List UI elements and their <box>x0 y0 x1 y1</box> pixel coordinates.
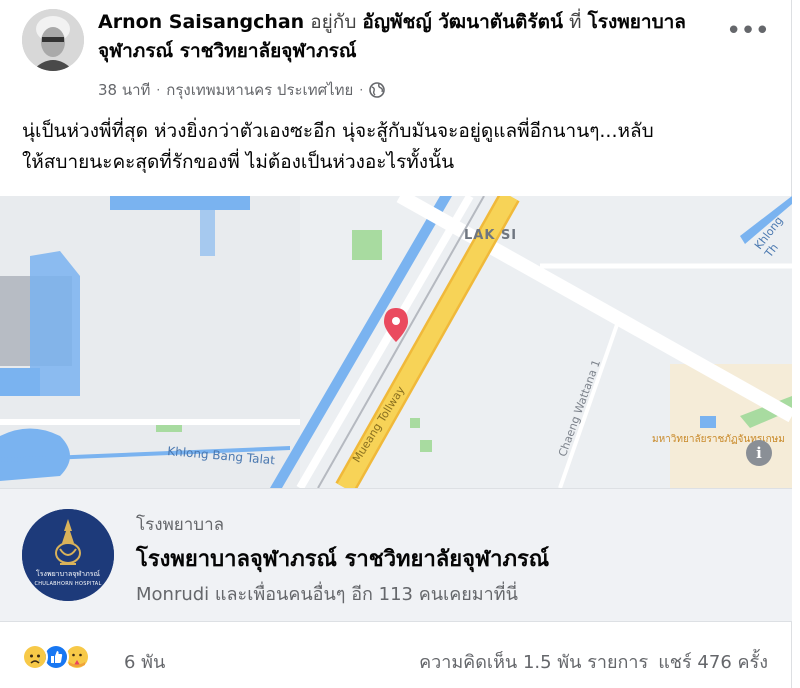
comments-count[interactable]: ความคิดเห็น 1.5 พัน รายการ <box>419 647 648 676</box>
more-options-icon[interactable]: ••• <box>726 18 770 52</box>
post-place[interactable]: กรุงเทพมหานคร ประเทศไทย <box>166 78 353 102</box>
place-card[interactable]: โรงพยาบาลจุฬาภรณ์ CHULABHORN HOSPITAL โร… <box>0 488 792 622</box>
post-meta: 38 นาที · กรุงเทพมหานคร ประเทศไทย · <box>98 78 385 102</box>
sad-icon[interactable] <box>22 644 48 670</box>
post-time[interactable]: 38 นาที <box>98 78 150 102</box>
location-map[interactable]: LAK SI Khlong Bang Talat Mueang Tollway … <box>0 196 792 488</box>
place-category: โรงพยาบาล <box>136 515 225 535</box>
map-info-icon[interactable]: i <box>746 440 772 466</box>
reactions-summary[interactable] <box>22 644 90 670</box>
facebook-post: Arnon Saisangchan อยู่กับ อัญพัชญ์ วัฒนา… <box>0 0 792 688</box>
post-text-line-2: ให้สบายนะคะสุดที่รักของพี่ ไม่ต้องเป็นห่… <box>22 151 455 173</box>
post-footer: 6 พัน ความคิดเห็น 1.5 พัน รายการ แชร์ 47… <box>0 622 792 688</box>
place-visitors[interactable]: Monrudi และเพื่อนคนอื่นๆ อีก 113 คนเคยมา… <box>136 579 518 608</box>
shares-count[interactable]: แชร์ 476 ครั้ง <box>658 647 768 676</box>
globe-icon[interactable] <box>369 82 385 98</box>
post-text: นุ่เป็นห่วงพี่ที่สุด ห่วงยิ่งกว่าตัวเองซ… <box>22 116 782 178</box>
reaction-count[interactable]: 6 พัน <box>124 647 165 676</box>
logo-text-en: CHULABHORN HOSPITAL <box>34 581 102 587</box>
hospital-logo[interactable]: โรงพยาบาลจุฬาภรณ์ CHULABHORN HOSPITAL <box>22 509 114 601</box>
meta-separator: · <box>156 83 161 97</box>
tagged-person[interactable]: อัญพัชญ์ วัฒนาตันติรัตน์ <box>362 11 563 33</box>
with-word: อยู่กับ <box>310 11 357 33</box>
map-label-lak-si: LAK SI <box>464 228 518 243</box>
at-word: ที่ <box>568 11 582 33</box>
post-text-line-1: นุ่เป็นห่วงพี่ที่สุด ห่วงยิ่งกว่าตัวเองซ… <box>22 120 654 142</box>
meta-separator-2: · <box>359 83 364 97</box>
post-stats: ความคิดเห็น 1.5 พัน รายการ แชร์ 476 ครั้… <box>419 647 768 676</box>
author-avatar[interactable] <box>22 9 84 71</box>
post-header: Arnon Saisangchan อยู่กับ อัญพัชญ์ วัฒนา… <box>98 8 718 66</box>
place-name[interactable]: โรงพยาบาลจุฬาภรณ์ ราชวิทยาลัยจุฬาภรณ์ <box>136 541 549 576</box>
logo-text-thai: โรงพยาบาลจุฬาภรณ์ <box>36 570 100 578</box>
author-name[interactable]: Arnon Saisangchan <box>98 11 304 33</box>
